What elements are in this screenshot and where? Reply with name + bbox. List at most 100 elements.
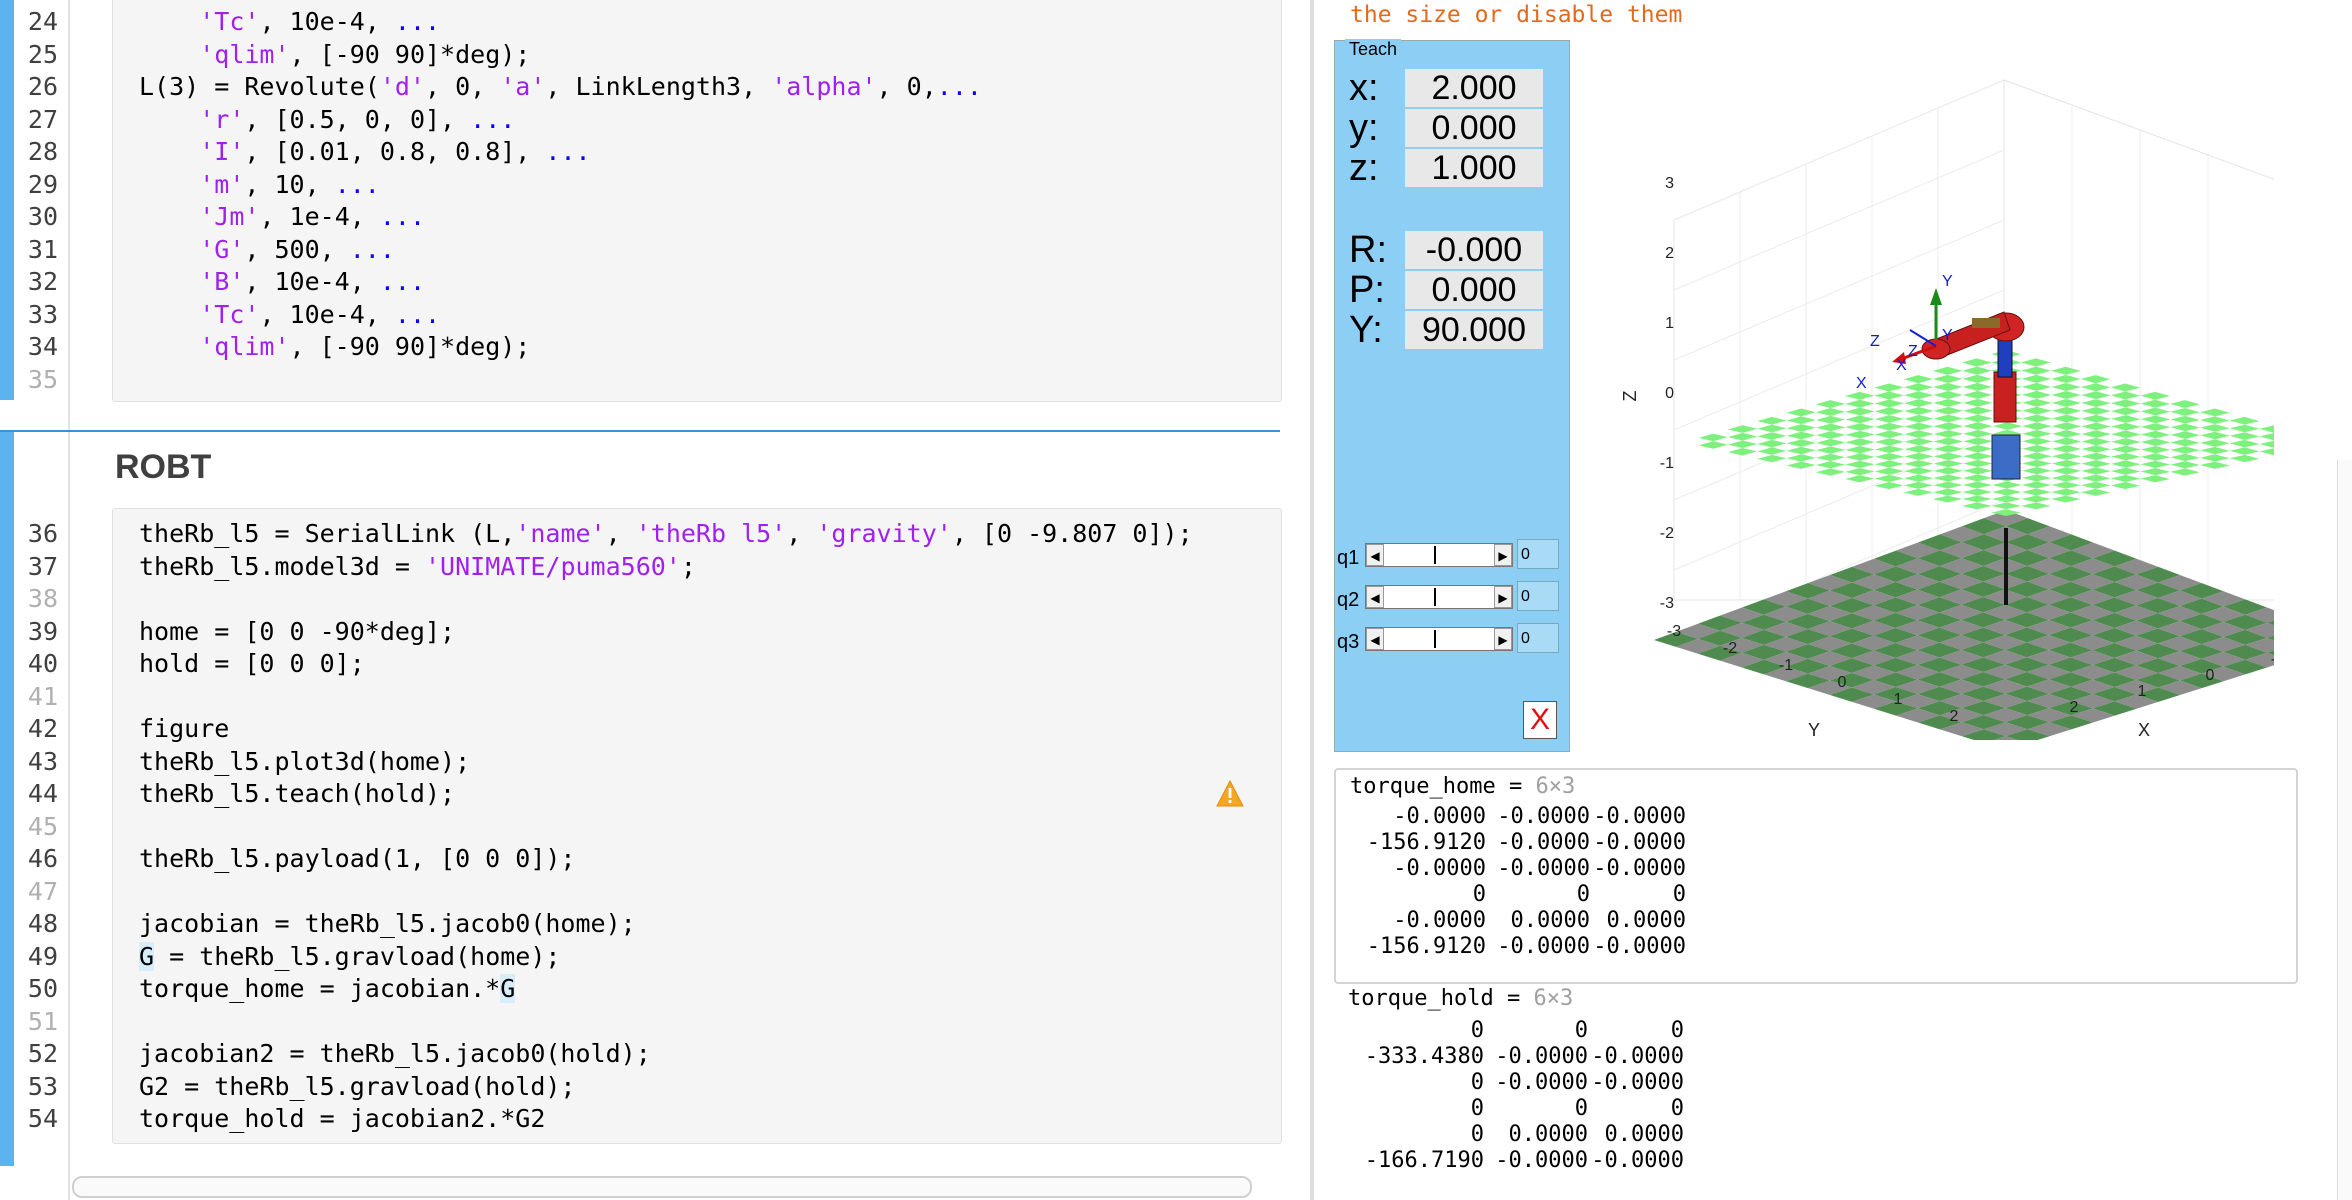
code-line[interactable]: jacobian = theRb_l5.jacob0(home); bbox=[139, 909, 636, 938]
line-number: 47 bbox=[27, 876, 58, 906]
slider-left-arrow-icon[interactable]: ◀ bbox=[1366, 586, 1384, 608]
code-line[interactable]: theRb_l5.plot3d(home); bbox=[139, 747, 470, 776]
code-token: ... bbox=[379, 202, 426, 231]
variable-name: torque_home bbox=[1350, 774, 1496, 799]
code-line[interactable]: 'B', 10e-4, ... bbox=[139, 267, 425, 296]
code-line[interactable]: jacobian2 = theRb_l5.jacob0(hold); bbox=[139, 1039, 651, 1068]
code-line[interactable]: 'm', 10, ... bbox=[139, 170, 380, 199]
plane-tile bbox=[2110, 453, 2141, 461]
plane-tile bbox=[2259, 448, 2274, 456]
code-token: , 10e-4, bbox=[259, 299, 395, 329]
plane-tile bbox=[2022, 467, 2052, 475]
joint-q3-value[interactable]: 0 bbox=[1517, 623, 1559, 653]
plane-tile bbox=[1903, 391, 1934, 400]
joint-q3-slider[interactable]: ◀ ▶ bbox=[1365, 627, 1513, 651]
plane-tile bbox=[1963, 445, 1993, 453]
slider-thumb[interactable] bbox=[1434, 630, 1442, 648]
slider-left-arrow-icon[interactable]: ◀ bbox=[1366, 628, 1384, 650]
plane-tile bbox=[2199, 416, 2230, 425]
plane-tile bbox=[2021, 374, 2052, 383]
code-token: 'Tc' bbox=[199, 7, 260, 36]
plane-tile bbox=[2022, 459, 2052, 468]
matrix-row: 000 bbox=[1334, 1096, 1774, 1122]
line-number: 29 bbox=[27, 169, 58, 199]
matrix-row: 000 bbox=[1334, 1018, 1774, 1044]
close-button[interactable]: X bbox=[1523, 701, 1557, 739]
line-number: 53 bbox=[27, 1071, 58, 1101]
slider-left-arrow-icon[interactable]: ◀ bbox=[1366, 544, 1384, 566]
code-line[interactable]: 'I', [0.01, 0.8, 0.8], ... bbox=[139, 137, 590, 166]
variable-torque-home[interactable]: torque_home = 6×3 -0.0000 -0.0000 -0.0000-… bbox=[1334, 768, 2298, 984]
variable-torque-hold[interactable]: torque_hold = 6×3 0 0 0 -333.4380 -0.0000 -0.… bbox=[1334, 984, 2294, 1200]
plane-tile bbox=[1757, 416, 1787, 425]
code-line[interactable]: theRb_l5.payload(1, [0 0 0]); bbox=[139, 844, 576, 873]
line-number: 44 bbox=[27, 779, 58, 808]
slider-thumb[interactable] bbox=[1434, 588, 1442, 606]
plane-tile bbox=[2050, 495, 2081, 503]
code-line[interactable]: figure bbox=[139, 714, 229, 743]
plane-tile bbox=[2140, 475, 2170, 483]
code-line[interactable]: hold = [0 0 0]; bbox=[139, 649, 365, 678]
plane-tile bbox=[2081, 430, 2112, 438]
plane-tile bbox=[2170, 438, 2201, 447]
plane-tile bbox=[1903, 467, 1934, 475]
joint-q1-value[interactable]: 0 bbox=[1517, 539, 1559, 569]
plane-tile bbox=[1932, 495, 1963, 503]
code-line[interactable]: 'qlim', [-90 90]*deg); bbox=[139, 40, 530, 69]
code-line[interactable]: theRb_l5 = SerialLink (L,'name', 'theRb … bbox=[139, 519, 1193, 548]
plane-tile bbox=[2021, 495, 2051, 503]
code-line[interactable]: 'r', [0.5, 0, 0], ... bbox=[139, 105, 515, 134]
plane-tile bbox=[2021, 474, 2052, 482]
joint-q2-value[interactable]: 0 bbox=[1517, 581, 1559, 611]
line-number: 24 bbox=[27, 7, 58, 36]
plane-tile bbox=[2081, 407, 2111, 415]
variable-header: torque_home = 6×3 bbox=[1350, 774, 1576, 799]
code-line[interactable]: 'qlim', [-90 90]*deg); bbox=[139, 332, 530, 361]
joint-q3-label: q3 bbox=[1337, 631, 1360, 653]
plane-tile bbox=[1963, 422, 1993, 430]
plane-tile bbox=[2110, 415, 2141, 423]
code-line[interactable]: G = theRb_l5.gravload(home); bbox=[139, 941, 560, 971]
plane-tile bbox=[1903, 481, 1934, 489]
plane-tile bbox=[2051, 374, 2081, 384]
warning-icon[interactable] bbox=[1216, 780, 1244, 808]
code-line[interactable]: theRb_l5.teach(hold); bbox=[139, 779, 455, 808]
plane-tile bbox=[2110, 407, 2141, 416]
plane-tile bbox=[1874, 415, 1905, 423]
joint-q2-slider[interactable]: ◀ ▶ bbox=[1365, 585, 1513, 609]
code-line[interactable]: 'Tc', 10e-4, ... bbox=[139, 7, 440, 36]
code-line[interactable]: home = [0 0 -90*deg]; bbox=[139, 617, 455, 646]
code-line[interactable]: torque_hold = jacobian2.*G2 bbox=[139, 1104, 545, 1133]
plane-tile bbox=[1933, 374, 1963, 384]
plane-tile bbox=[2170, 423, 2201, 432]
matrix-row: -166.7190 -0.0000 -0.0000 bbox=[1334, 1148, 1774, 1174]
code-line[interactable]: L(3) = Revolute('d', 0, 'a', LinkLength3… bbox=[139, 72, 982, 101]
plane-tile bbox=[2022, 452, 2052, 460]
robot-3d-plot[interactable]: YZYXZX 3210-1-2-3 -3-2-1012 210-1-2 Z Y … bbox=[1574, 40, 2274, 740]
code-line[interactable]: 'Tc', 10e-4, ... bbox=[139, 300, 440, 329]
plane-tile bbox=[2229, 424, 2260, 433]
matrix-cell: 0 bbox=[1672, 882, 1686, 907]
joint-q1-slider[interactable]: ◀ ▶ bbox=[1365, 543, 1513, 567]
plane-tile bbox=[1786, 454, 1816, 462]
code-line[interactable]: torque_home = jacobian.*G bbox=[139, 974, 516, 1003]
slider-right-arrow-icon[interactable]: ▶ bbox=[1494, 544, 1512, 566]
matrix-row: 0 0.0000 0.0000 bbox=[1334, 1122, 1774, 1148]
plane-tile bbox=[1903, 375, 1934, 384]
matrix-row: -0.0000 -0.0000 -0.0000 bbox=[1336, 804, 1776, 830]
code-line[interactable]: 'G', 500, ... bbox=[139, 235, 395, 264]
slider-thumb[interactable] bbox=[1434, 546, 1442, 564]
horizontal-scrollbar[interactable] bbox=[72, 1176, 1252, 1198]
plane-tile bbox=[2170, 453, 2200, 462]
slider-right-arrow-icon[interactable]: ▶ bbox=[1494, 586, 1512, 608]
plane-tile bbox=[2229, 432, 2260, 440]
code-line[interactable]: 'Jm', 1e-4, ... bbox=[139, 202, 425, 231]
vertical-scrollbar[interactable] bbox=[2337, 460, 2352, 1200]
z-tick-label: 0 bbox=[1665, 385, 1674, 402]
code-line[interactable]: theRb_l5.model3d = 'UNIMATE/puma560'; bbox=[139, 552, 696, 581]
code-line[interactable]: G2 = theRb_l5.gravload(hold); bbox=[139, 1072, 576, 1101]
warning-message: the size or disable them bbox=[1350, 2, 1683, 28]
line-number: 31 bbox=[27, 234, 58, 264]
slider-right-arrow-icon[interactable]: ▶ bbox=[1494, 628, 1512, 650]
